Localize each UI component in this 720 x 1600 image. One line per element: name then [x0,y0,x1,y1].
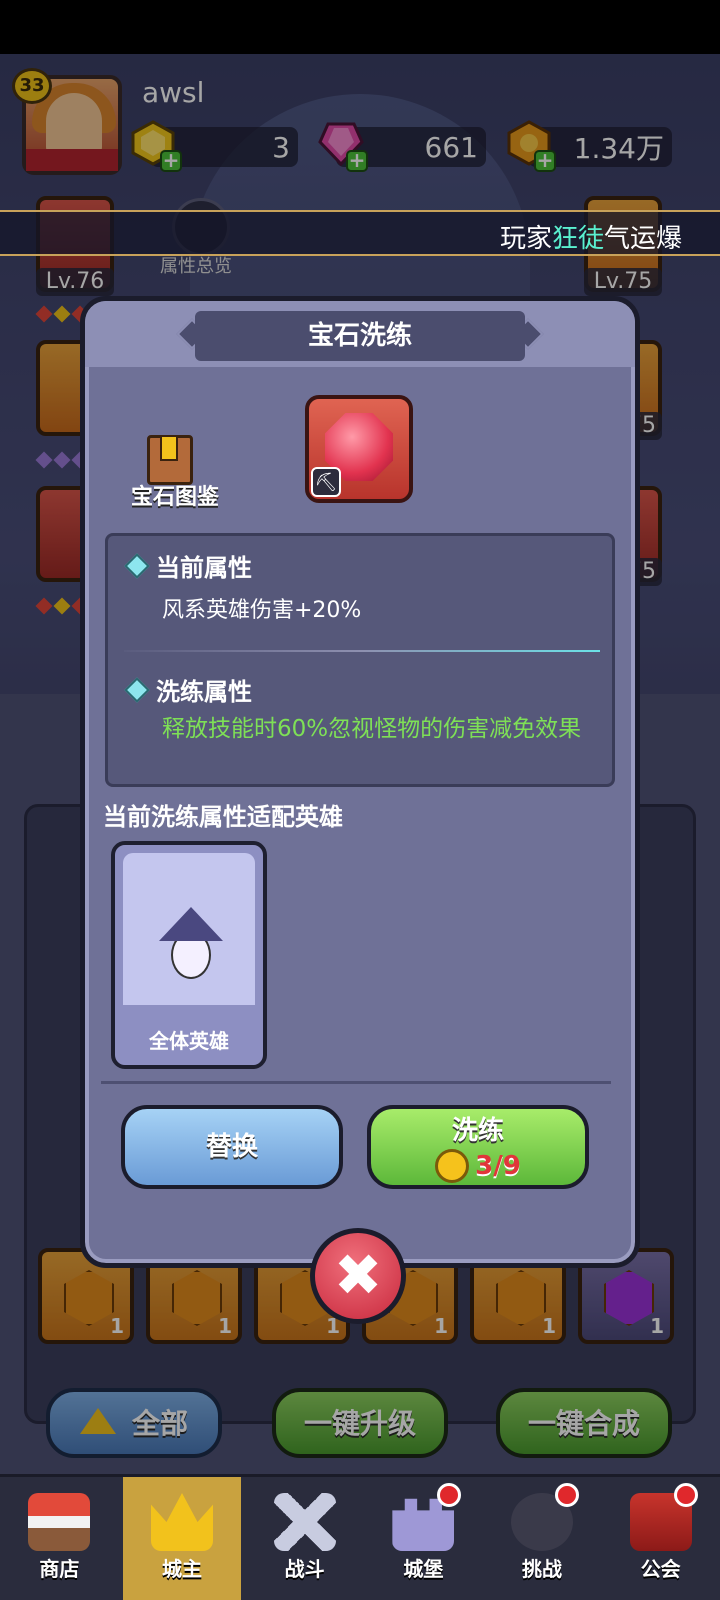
current-attr-header: 当前属性 [124,548,252,583]
diamond-icon [124,676,150,703]
diamond-icon [124,552,150,579]
nav-lord-label: 城主 [162,1557,202,1581]
pickaxe-icon: ⛏ [311,467,341,497]
notification-dot [674,1483,699,1507]
dialog-header: 宝石洗练 [85,301,635,367]
status-bar [0,0,720,54]
gem-encyclopedia-button[interactable]: 宝石图鉴 [115,431,235,511]
current-attr-label: 当前属性 [156,554,252,582]
nav-castle-label: 城堡 [403,1557,444,1581]
gem-encyclopedia-label: 宝石图鉴 [130,485,219,510]
current-attr-value: 风系英雄伤害+20% [162,598,362,623]
bottom-nav: 商店 城主 战斗 城堡 挑战 公会 [0,1474,720,1600]
gem-refine-dialog: 宝石洗练 宝石图鉴 ⛏ 当前属性 风系英雄伤害+20% 洗练属性 释放技能时60… [80,296,640,1268]
attr-divider [124,650,600,652]
hero-name: 全体英雄 [149,1029,229,1053]
attribute-box: 当前属性 风系英雄伤害+20% 洗练属性 释放技能时60%忽视怪物的伤害减免效果 [105,533,615,787]
crown-icon [151,1493,213,1551]
book-icon [147,435,193,485]
selected-gem-slot[interactable]: ⛏ [305,395,413,503]
marquee-text: 玩家狂徒气运爆 [500,224,683,254]
refine-cost-value: 3/9 [475,1151,521,1181]
nav-challenge-label: 挑战 [522,1557,563,1581]
refine-attr-value: 释放技能时60%忽视怪物的伤害减免效果 [162,716,582,742]
announcement-marquee: 玩家狂徒气运爆 [0,210,720,256]
refine-button-label: 洗练 [451,1116,504,1146]
replace-button[interactable]: 替换 [121,1105,343,1189]
divider [101,1081,611,1084]
gold-gem-icon [435,1149,470,1183]
nav-guild-label: 公会 [640,1557,681,1581]
nav-guild[interactable]: 公会 [601,1477,720,1600]
refine-button[interactable]: 洗练 3/9 [367,1105,589,1189]
notification-dot [555,1483,580,1507]
refine-attr-label: 洗练属性 [156,678,252,706]
notification-dot [436,1483,461,1507]
nav-castle[interactable]: 城堡 [364,1477,483,1600]
nav-battle-label: 战斗 [284,1557,325,1581]
wizard-hat-icon [159,907,223,941]
hero-card[interactable]: 全体英雄 [111,841,267,1069]
nav-battle[interactable]: 战斗 [245,1477,364,1600]
nav-shop[interactable]: 商店 [0,1477,119,1600]
close-button[interactable]: ✖ [310,1228,406,1324]
dialog-title: 宝石洗练 [195,311,525,361]
refine-cost: 3/9 [371,1149,585,1183]
crossed-swords-icon [273,1493,336,1551]
hero-portrait [123,853,255,1005]
nav-lord[interactable]: 城主 [122,1477,242,1600]
nav-shop-label: 商店 [39,1557,80,1581]
fit-heroes-title: 当前洗练属性适配英雄 [103,803,343,831]
shop-icon [28,1493,91,1551]
refine-attr-header: 洗练属性 [124,672,252,707]
nav-challenge[interactable]: 挑战 [483,1477,602,1600]
